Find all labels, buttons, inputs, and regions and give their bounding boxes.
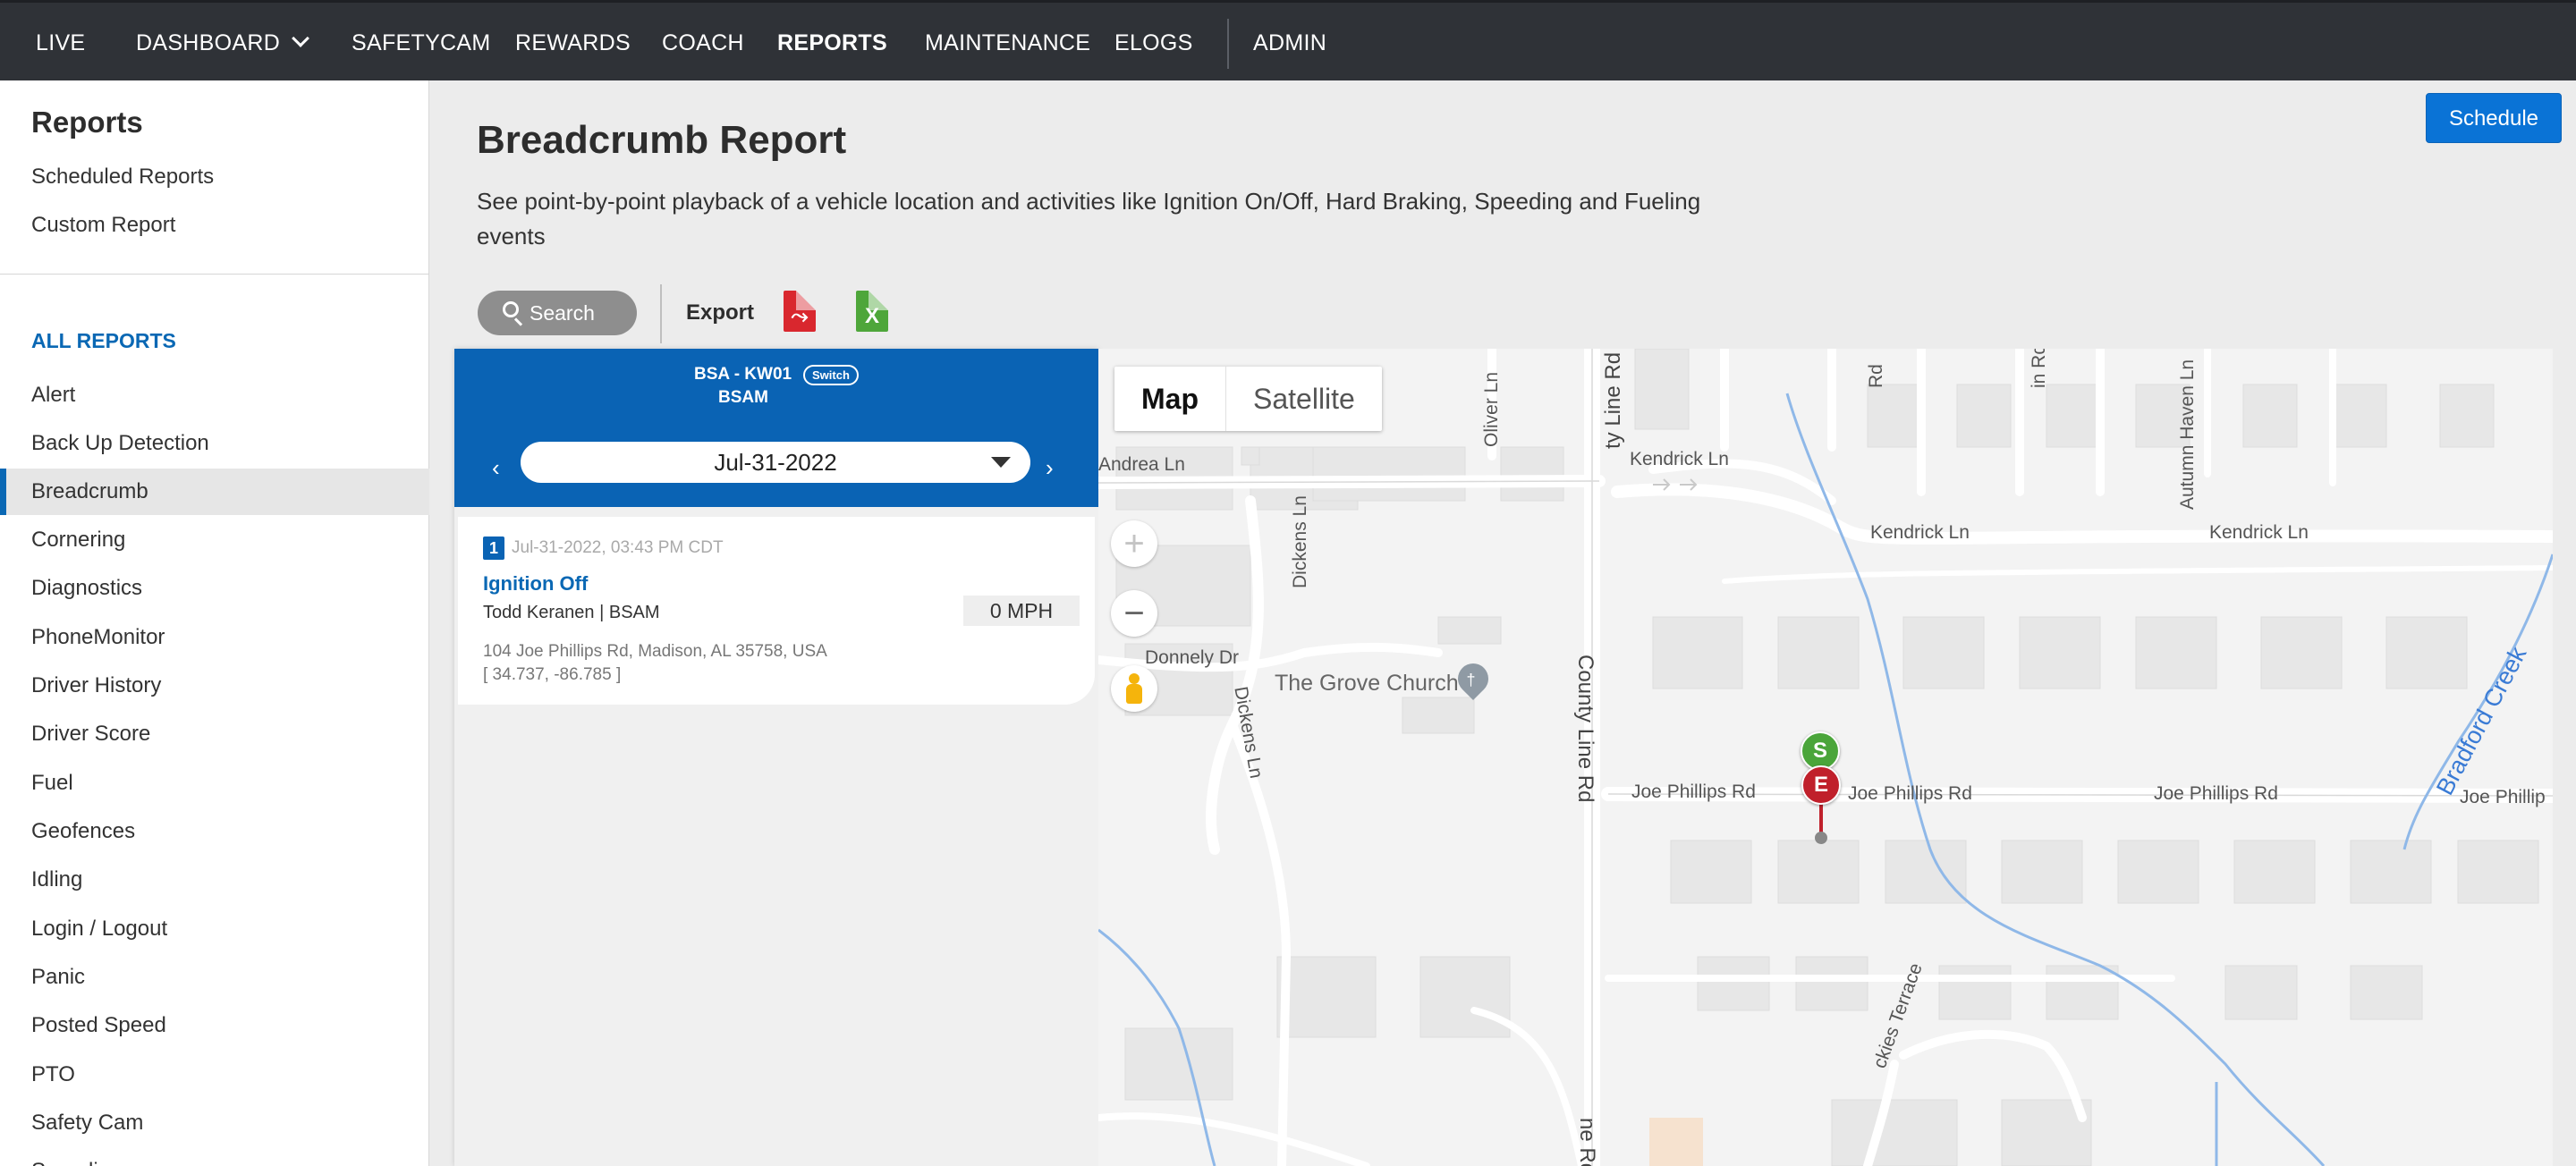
panel-header: BSA - KW01 Switch BSAM ‹ Jul-31-2022 ›: [454, 349, 1098, 507]
event-address: 104 Joe Phillips Rd, Madison, AL 35758, …: [483, 642, 827, 661]
end-marker-stem: [1819, 803, 1823, 833]
map-view[interactable]: Map Satellite + − Andrea Ln Oliver Ln ty…: [1098, 349, 2553, 1166]
nav-live[interactable]: LIVE: [36, 3, 85, 83]
sidebar-item-back-up-detection[interactable]: Back Up Detection: [0, 420, 429, 467]
sidebar-link-custom-report[interactable]: Custom Report: [31, 213, 175, 238]
nav-divider: [1227, 19, 1229, 69]
switch-vehicle-button[interactable]: Switch: [803, 365, 859, 385]
page-description: See point-by-point playback of a vehicle…: [477, 188, 1701, 249]
export-label: Export: [686, 300, 755, 325]
street-label: Oliver Ln: [1481, 371, 1502, 447]
nav-admin[interactable]: ADMIN: [1253, 3, 1326, 83]
street-label: in Rd: [2029, 349, 2049, 388]
sidebar-item-idling[interactable]: Idling: [0, 857, 429, 903]
street-label: Andrea Ln: [1098, 454, 1185, 475]
event-driver: Todd Keranen | BSAM: [483, 603, 660, 622]
street-label: ty Line Rd: [1601, 351, 1625, 449]
nav-elogs[interactable]: ELOGS: [1114, 3, 1193, 83]
street-label: Rd: [1866, 364, 1886, 388]
event-type: Ignition Off: [483, 572, 589, 595]
map-type-satellite-button[interactable]: Satellite: [1226, 367, 1382, 431]
sidebar-item-alert[interactable]: Alert: [0, 372, 429, 418]
date-value: Jul-31-2022: [714, 449, 837, 476]
sidebar-item-safety-cam[interactable]: Safety Cam: [0, 1100, 429, 1146]
schedule-button[interactable]: Schedule: [2426, 93, 2562, 143]
zoom-in-button[interactable]: +: [1111, 520, 1157, 567]
search-icon: [503, 301, 519, 317]
sidebar-divider: [0, 274, 429, 275]
excel-file-icon[interactable]: X: [856, 291, 888, 332]
street-label: Joe Phillips Rd: [2154, 783, 2278, 804]
street-label: Donnely Dr: [1145, 647, 1240, 668]
map-type-toggle: Map Satellite: [1114, 367, 1382, 431]
chevron-down-icon: [292, 30, 309, 47]
toolbar-divider: [660, 284, 662, 343]
date-select[interactable]: Jul-31-2022: [521, 442, 1030, 483]
sidebar-item-cornering[interactable]: Cornering: [0, 517, 429, 563]
page-title: Breadcrumb Report: [477, 118, 847, 162]
sidebar-item-breadcrumb[interactable]: Breadcrumb: [0, 469, 429, 515]
location-dot: [1815, 832, 1827, 844]
poi-label: The Grove Church: [1275, 671, 1459, 696]
nav-rewards[interactable]: REWARDS: [515, 3, 631, 83]
top-nav: LIVE DASHBOARD SAFETYCAM REWARDS COACH R…: [0, 0, 2576, 80]
street-label: Kendrick Ln: [1870, 522, 1970, 543]
sidebar-item-posted-speed[interactable]: Posted Speed: [0, 1002, 429, 1049]
street-label: ne Rd: [1575, 1118, 1599, 1166]
report-panel: BSA - KW01 Switch BSAM ‹ Jul-31-2022 › 1…: [454, 349, 1098, 1166]
sidebar-item-phonemonitor[interactable]: PhoneMonitor: [0, 614, 429, 661]
sidebar: Reports Scheduled Reports Custom Report …: [0, 80, 429, 1166]
nav-maintenance[interactable]: MAINTENANCE: [925, 3, 1090, 83]
sidebar-section-all-reports: ALL REPORTS: [31, 329, 176, 352]
search-button-label: Search: [530, 301, 595, 325]
map-type-map-button[interactable]: Map: [1114, 367, 1226, 431]
nav-dashboard[interactable]: DASHBOARD: [136, 3, 309, 83]
nav-dashboard-label: DASHBOARD: [136, 30, 281, 55]
next-date-icon[interactable]: ›: [1046, 454, 1054, 482]
caret-down-icon: [991, 457, 1011, 468]
street-label: Autumn Haven Ln: [2177, 359, 2198, 510]
end-marker[interactable]: E: [1801, 765, 1841, 805]
sidebar-title: Reports: [31, 106, 143, 139]
street-label: Joe Phillip: [2460, 787, 2546, 807]
sidebar-item-geofences[interactable]: Geofences: [0, 808, 429, 855]
nav-coach[interactable]: COACH: [662, 3, 744, 83]
sidebar-item-fuel[interactable]: Fuel: [0, 760, 429, 807]
event-coordinates: [ 34.737, -86.785 ]: [483, 665, 622, 684]
event-card[interactable]: 1 Jul-31-2022, 03:43 PM CDT Ignition Off…: [458, 517, 1095, 705]
sidebar-item-diagnostics[interactable]: Diagnostics: [0, 565, 429, 612]
street-label: Joe Phillips Rd: [1631, 782, 1756, 802]
street-view-pegman-icon[interactable]: [1111, 665, 1157, 712]
sidebar-item-driver-score[interactable]: Driver Score: [0, 711, 429, 757]
street-label: Joe Phillips Rd: [1848, 783, 1972, 804]
street-label: Dickens Ln: [1290, 495, 1310, 588]
sidebar-item-panic[interactable]: Panic: [0, 954, 429, 1001]
sidebar-item-driver-history[interactable]: Driver History: [0, 663, 429, 709]
prev-date-icon[interactable]: ‹: [492, 454, 500, 482]
event-timestamp: Jul-31-2022, 03:43 PM CDT: [512, 538, 724, 557]
sidebar-link-scheduled-reports[interactable]: Scheduled Reports: [31, 165, 214, 190]
street-label: County Line Rd: [1573, 655, 1597, 803]
vehicle-name: BSA - KW01: [694, 365, 792, 384]
sidebar-item-speeding[interactable]: Speeding: [0, 1148, 429, 1166]
nav-reports[interactable]: REPORTS: [777, 3, 887, 83]
nav-safetycam[interactable]: SAFETYCAM: [352, 3, 491, 83]
search-button[interactable]: Search: [478, 291, 637, 335]
vehicle-group: BSAM: [718, 388, 768, 407]
event-number-badge: 1: [483, 537, 504, 560]
sidebar-item-login-logout[interactable]: Login / Logout: [0, 906, 429, 952]
street-label: Kendrick Ln: [1630, 449, 1729, 469]
street-label: Kendrick Ln: [2209, 522, 2309, 543]
sidebar-item-pto[interactable]: PTO: [0, 1052, 429, 1098]
event-speed: 0 MPH: [963, 596, 1080, 626]
zoom-out-button[interactable]: −: [1111, 590, 1157, 637]
pdf-file-icon[interactable]: ⤳: [784, 291, 816, 332]
